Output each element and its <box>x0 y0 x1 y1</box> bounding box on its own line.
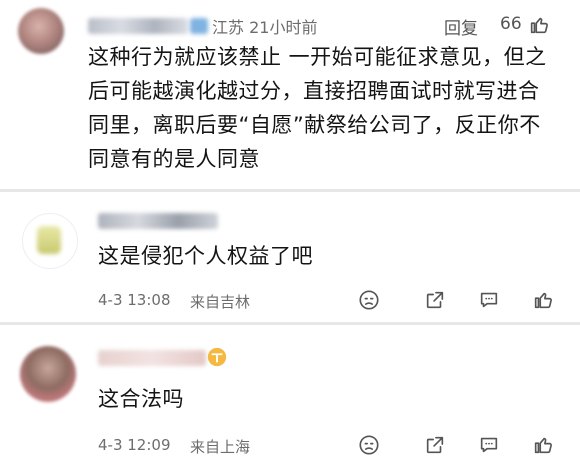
share-icon[interactable] <box>424 289 446 311</box>
comment-date: 4-3 12:09 <box>98 436 171 454</box>
like-icon[interactable] <box>532 289 554 311</box>
like-icon[interactable] <box>532 434 554 456</box>
avatar[interactable] <box>22 213 78 269</box>
comment-item: 这合法吗 4-3 12:09 来自上海 <box>0 330 580 468</box>
username-blurred[interactable] <box>88 18 188 34</box>
comment-text-line: 同里，离职后要“自愿”献祭给公司了，反正你不 <box>88 113 541 137</box>
reply-button[interactable]: 回复 <box>444 14 478 39</box>
share-icon[interactable] <box>424 434 446 456</box>
username-blurred[interactable] <box>98 350 206 366</box>
comment-item: 这是侵犯个人权益了吧 4-3 13:08 来自吉林 <box>0 197 580 325</box>
comment-text: 这是侵犯个人权益了吧 <box>98 244 313 268</box>
comment-location: 来自吉林 <box>190 293 251 311</box>
like-count: 66 <box>500 14 522 34</box>
comment-item: 江苏 21小时前 回复 66 这种行为就应该禁止 一开始可能征求意见，但之 后可… <box>0 0 580 192</box>
username-badge-blurred <box>190 18 208 34</box>
avatar[interactable] <box>20 346 76 402</box>
comment-date: 4-3 13:08 <box>98 291 171 309</box>
comment-location: 来自上海 <box>190 438 251 456</box>
comment-text-line: 同意有的是人同意 <box>88 147 260 171</box>
username-blurred[interactable] <box>98 213 218 229</box>
comment-location-time: 江苏 21小时前 <box>212 18 318 37</box>
comment-text-line: 这种行为就应该禁止 一开始可能征求意见，但之 <box>88 45 547 69</box>
avatar[interactable] <box>18 8 64 54</box>
comment-text: 这合法吗 <box>98 387 184 411</box>
fan-badge-icon <box>207 347 227 367</box>
comment-text: 这种行为就应该禁止 一开始可能征求意见，但之 后可能越演化越过分，直接招聘面试时… <box>88 40 568 176</box>
like-icon[interactable] <box>528 14 550 36</box>
comment-icon[interactable] <box>478 289 500 311</box>
comment-icon[interactable] <box>478 434 500 456</box>
emoji-dislike-icon[interactable] <box>358 289 380 311</box>
comment-list: 江苏 21小时前 回复 66 这种行为就应该禁止 一开始可能征求意见，但之 后可… <box>0 0 580 468</box>
comment-text-line: 后可能越演化越过分，直接招聘面试时就写进合 <box>88 79 540 103</box>
emoji-dislike-icon[interactable] <box>358 434 380 456</box>
